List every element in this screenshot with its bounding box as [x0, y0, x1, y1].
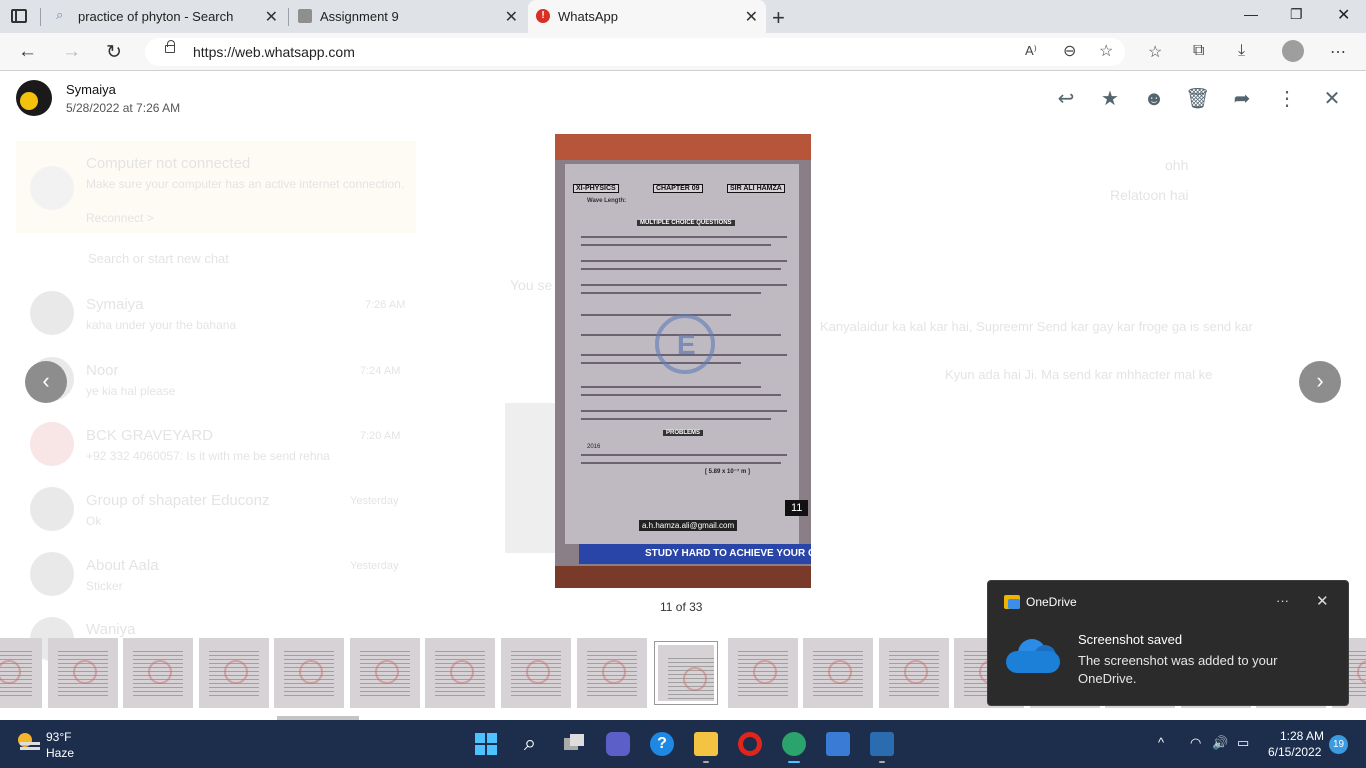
- thumbnail[interactable]: [879, 638, 949, 708]
- media-counter: 11 of 33: [660, 600, 703, 614]
- file-explorer-icon[interactable]: [694, 732, 718, 756]
- thumbnail-selected[interactable]: [655, 642, 717, 704]
- more-icon[interactable]: ···: [1276, 593, 1289, 608]
- close-tab-icon[interactable]: ✕: [265, 7, 278, 27]
- add-favorite-icon[interactable]: ☆: [1099, 41, 1113, 61]
- new-tab-icon[interactable]: +: [772, 5, 785, 31]
- edge-icon[interactable]: [782, 732, 806, 756]
- previous-media-button[interactable]: ‹: [25, 361, 67, 403]
- toast-body: The screenshot was added to your OneDriv…: [1078, 653, 1278, 686]
- star-icon[interactable]: ★: [1098, 87, 1122, 111]
- thumbnail[interactable]: [425, 638, 495, 708]
- tab-search[interactable]: ⌕ practice of phyton - Search ✕: [48, 0, 286, 33]
- forward-icon[interactable]: ➦: [1230, 87, 1254, 111]
- tab-whatsapp[interactable]: ! WhatsApp ✕: [528, 0, 766, 33]
- next-media-button[interactable]: ›: [1299, 361, 1341, 403]
- profile-icon[interactable]: [1282, 40, 1304, 62]
- clock-date[interactable]: 6/15/2022: [1268, 745, 1321, 759]
- wifi-icon[interactable]: ◠: [1190, 735, 1201, 751]
- image-icon: [298, 9, 312, 23]
- minimize-icon[interactable]: —: [1244, 6, 1258, 22]
- close-icon[interactable]: ✕: [1316, 592, 1329, 610]
- back-icon[interactable]: ←: [18, 41, 37, 63]
- cloud-icon: [1006, 637, 1060, 673]
- photos-icon[interactable]: [870, 732, 894, 756]
- zoom-icon[interactable]: ⊖: [1063, 41, 1076, 61]
- clock-time[interactable]: 1:28 AM: [1280, 729, 1324, 743]
- tab-assignment[interactable]: Assignment 9 ✕: [290, 0, 526, 33]
- banner-text: Make sure your computer has an active in…: [86, 177, 405, 191]
- task-view-icon[interactable]: [562, 732, 586, 756]
- weather-condition[interactable]: Haze: [46, 746, 74, 760]
- more-icon[interactable]: ⋮: [1275, 87, 1299, 111]
- weather-icon[interactable]: [18, 733, 40, 749]
- battery-icon[interactable]: ▭: [1237, 735, 1249, 751]
- tab-actions-icon[interactable]: [8, 6, 30, 28]
- close-icon[interactable]: ✕: [1320, 87, 1344, 111]
- browser-tab-bar: ⌕ practice of phyton - Search ✕ Assignme…: [0, 0, 1366, 33]
- alert-icon: !: [536, 9, 550, 23]
- search-icon[interactable]: ⌕: [518, 732, 542, 756]
- close-tab-icon[interactable]: ✕: [505, 7, 518, 27]
- toast-app-name: OneDrive: [1026, 595, 1077, 609]
- thumbnail[interactable]: [274, 638, 344, 708]
- help-icon[interactable]: ?: [650, 732, 674, 756]
- toast-title: Screenshot saved: [1078, 632, 1183, 647]
- start-icon[interactable]: [474, 732, 498, 756]
- favorites-icon[interactable]: ☆: [1148, 42, 1162, 62]
- onedrive-icon: [1004, 595, 1020, 609]
- thumbnail[interactable]: [123, 638, 193, 708]
- banner-title: Computer not connected: [86, 155, 251, 172]
- opera-icon[interactable]: [738, 732, 762, 756]
- chevron-up-icon[interactable]: ^: [1158, 735, 1164, 750]
- thumbnail[interactable]: [803, 638, 873, 708]
- taskbar: 93°F Haze ⌕ ? ^ ◠ 🔊 ▭ 1:28 AM 6/15/2022 …: [0, 720, 1366, 768]
- collections-icon[interactable]: ⧉: [1193, 42, 1204, 60]
- avatar[interactable]: [16, 80, 52, 116]
- thumbnail[interactable]: [48, 638, 118, 708]
- refresh-icon[interactable]: ↻: [106, 41, 122, 64]
- restore-icon[interactable]: ❐: [1290, 6, 1303, 23]
- close-tab-icon[interactable]: ✕: [745, 7, 758, 27]
- media-viewer-header: Symaiya 5/28/2022 at 7:26 AM ↩ ★ ☻ 🗑 ➦ ⋮…: [0, 71, 1366, 127]
- forward-icon[interactable]: →: [62, 41, 81, 63]
- thumbnail[interactable]: [577, 638, 647, 708]
- address-bar: ← → ↻ https://web.whatsapp.com A⁾ ⊖ ☆ ☆ …: [0, 33, 1366, 71]
- thumbnail[interactable]: [0, 638, 42, 708]
- thumbnail[interactable]: [728, 638, 798, 708]
- reply-icon[interactable]: ↩: [1054, 87, 1078, 111]
- downloads-icon[interactable]: ⤓: [1238, 42, 1245, 60]
- read-aloud-icon[interactable]: A⁾: [1025, 43, 1037, 59]
- message-timestamp: 5/28/2022 at 7:26 AM: [66, 101, 181, 115]
- onedrive-notification[interactable]: OneDrive ··· ✕ Screenshot saved The scre…: [987, 580, 1349, 706]
- media-image[interactable]: XI-PHYSICS CHAPTER 09 SIR ALI HAMZA Wave…: [555, 134, 811, 588]
- settings-more-icon[interactable]: ⋯: [1330, 42, 1346, 62]
- thumbnail[interactable]: [501, 638, 571, 708]
- react-icon[interactable]: ☻: [1142, 87, 1166, 111]
- search-icon: ⌕: [56, 7, 64, 22]
- store-icon[interactable]: [826, 732, 850, 756]
- search-chat-input[interactable]: Search or start new chat: [88, 251, 229, 266]
- delete-icon[interactable]: 🗑: [1185, 87, 1210, 111]
- sender-name: Symaiya: [66, 82, 116, 97]
- thumbnail[interactable]: [350, 638, 420, 708]
- teams-chat-icon[interactable]: [606, 732, 630, 756]
- thumbnail[interactable]: [199, 638, 269, 708]
- close-window-icon[interactable]: ✕: [1337, 5, 1350, 25]
- url-field[interactable]: https://web.whatsapp.com A⁾ ⊖ ☆: [145, 38, 1125, 66]
- lock-icon: [165, 40, 175, 53]
- volume-icon[interactable]: 🔊: [1212, 735, 1228, 751]
- notification-badge[interactable]: 19: [1329, 735, 1348, 754]
- banner-link[interactable]: Reconnect >: [86, 211, 154, 225]
- temperature[interactable]: 93°F: [46, 730, 71, 744]
